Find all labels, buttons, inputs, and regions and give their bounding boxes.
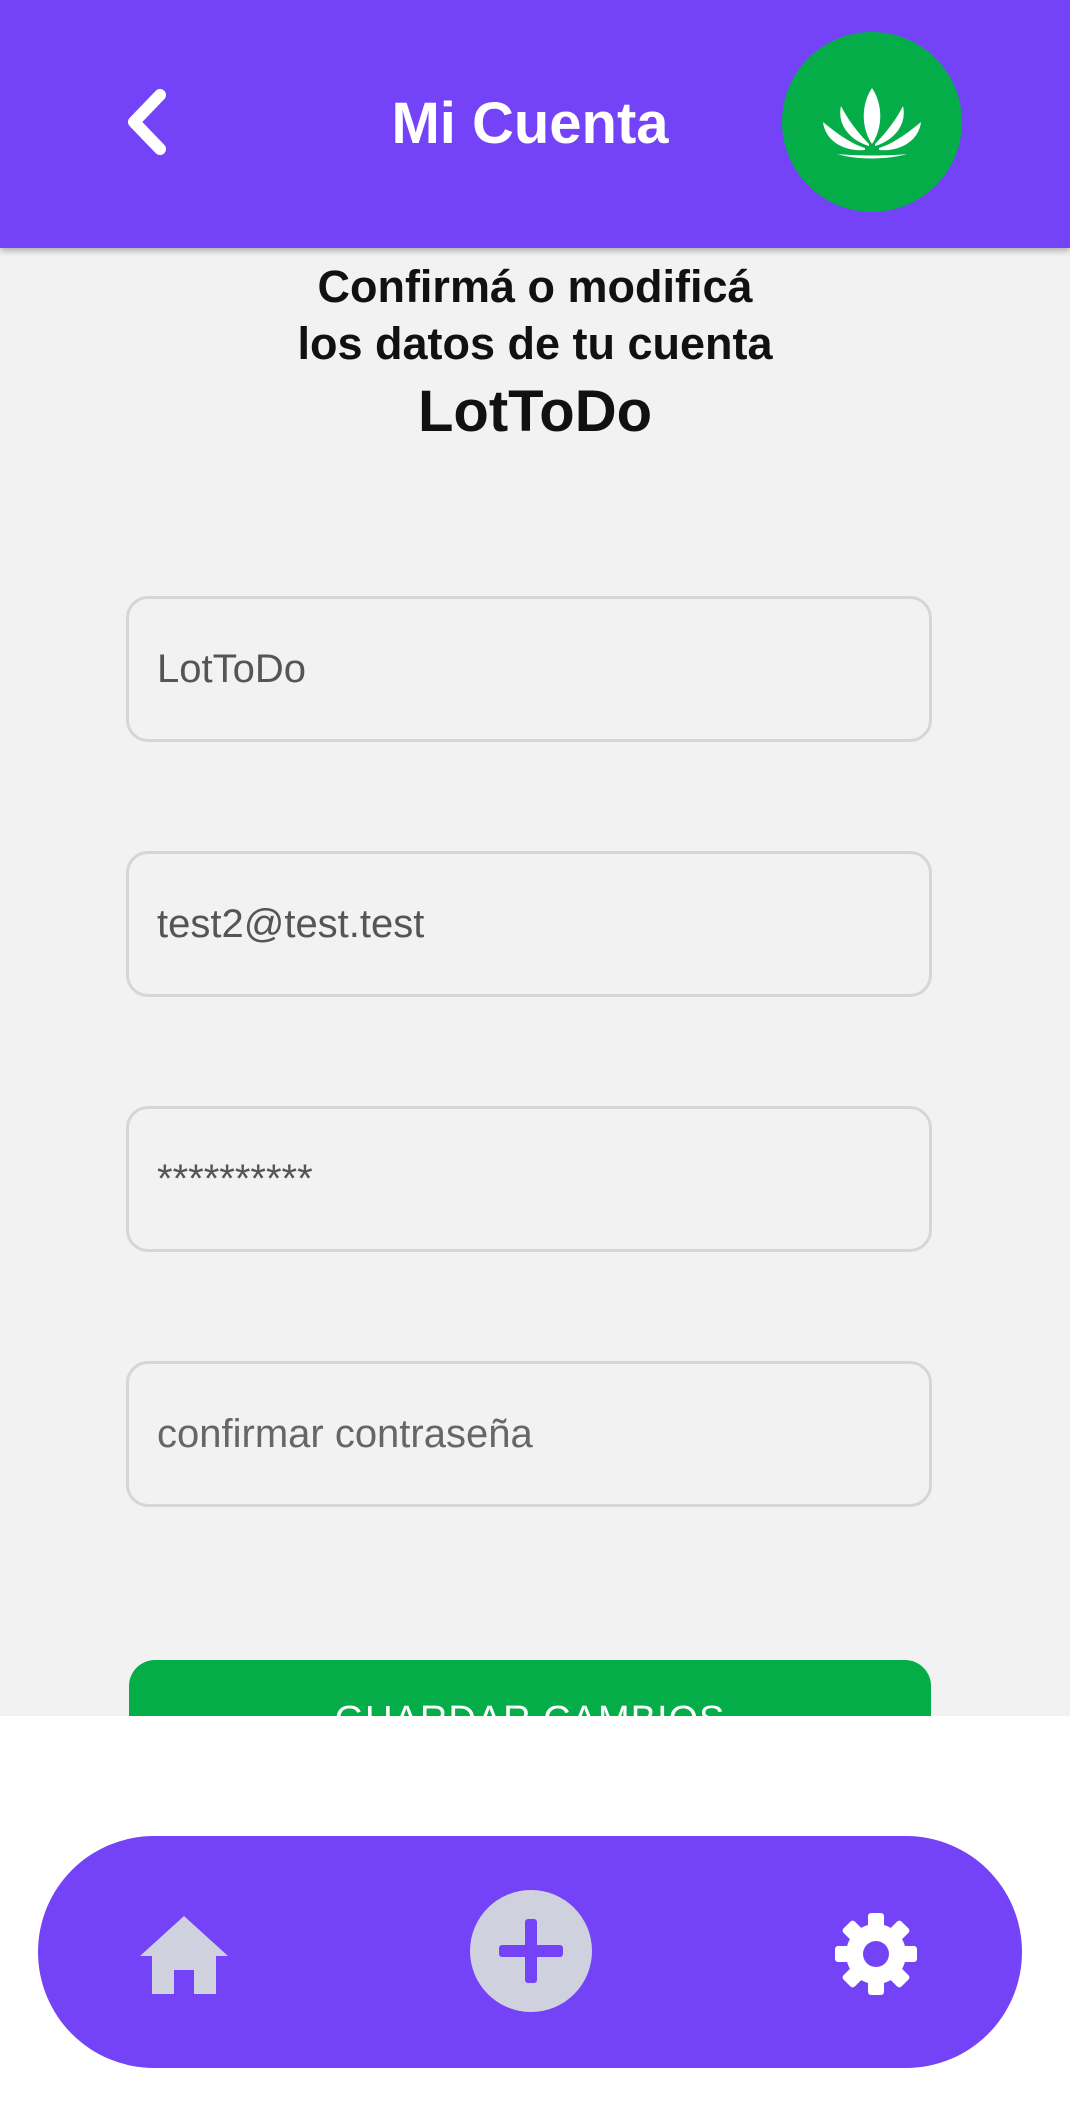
nav-settings-button[interactable] bbox=[828, 1906, 924, 2002]
email-field bbox=[126, 851, 932, 997]
account-form-area: Confirmá o modificá los datos de tu cuen… bbox=[0, 248, 1070, 1716]
password-field bbox=[126, 1106, 932, 1252]
confirm-password-field bbox=[126, 1361, 932, 1507]
bottom-navigation bbox=[38, 1836, 1022, 2068]
save-changes-button[interactable]: GUARDAR CAMBIOS bbox=[129, 1660, 931, 1716]
email-input[interactable] bbox=[129, 854, 929, 994]
add-circle-icon bbox=[499, 1919, 563, 1983]
app-logo[interactable] bbox=[782, 32, 962, 212]
nav-add-button[interactable] bbox=[470, 1890, 592, 2012]
home-icon bbox=[140, 1916, 228, 1994]
confirm-password-input[interactable] bbox=[129, 1364, 929, 1504]
username-field bbox=[126, 596, 932, 742]
username-input[interactable] bbox=[129, 599, 929, 739]
form-heading: Confirmá o modificá los datos de tu cuen… bbox=[0, 258, 1070, 450]
app-bar: Mi Cuenta bbox=[0, 0, 1070, 248]
lotus-icon bbox=[823, 88, 921, 159]
page-title: Mi Cuenta bbox=[391, 91, 669, 156]
heading-app-name: LotToDo bbox=[417, 379, 653, 444]
heading-line-1: Confirmá o modificá bbox=[317, 261, 753, 312]
nav-home-button[interactable] bbox=[136, 1906, 232, 2002]
chevron-left-icon bbox=[128, 89, 166, 155]
heading-line-2: los datos de tu cuenta bbox=[297, 318, 773, 369]
gear-icon bbox=[835, 1913, 917, 1995]
back-button[interactable] bbox=[112, 82, 182, 162]
password-input[interactable] bbox=[129, 1109, 929, 1249]
